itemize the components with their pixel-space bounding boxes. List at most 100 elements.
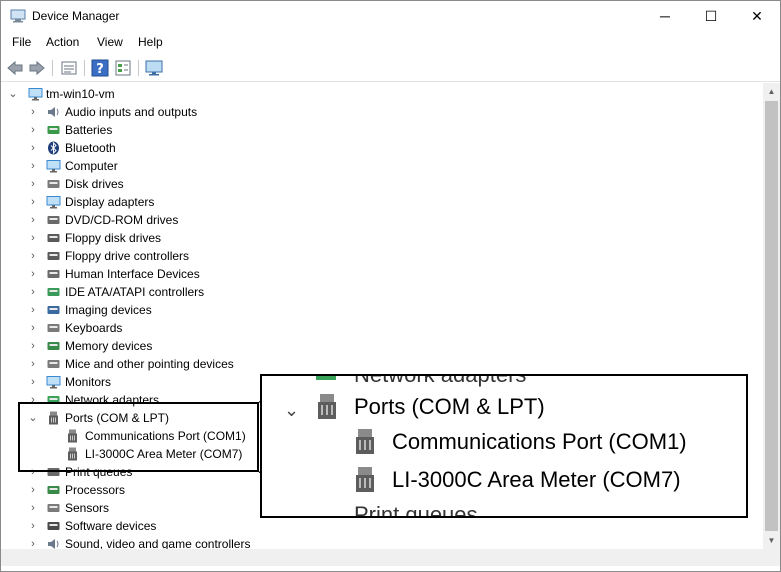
expand-chevron-icon[interactable]: › (28, 319, 38, 337)
sound-icon (48, 539, 59, 549)
vertical-scrollbar[interactable]: ▲ ▼ (763, 83, 780, 549)
tree-item-label: Audio inputs and outputs (65, 105, 198, 119)
scroll-down-icon[interactable]: ▼ (763, 532, 780, 549)
tree-category-item[interactable]: › IDE ATA/ATAPI controllers (1, 283, 763, 301)
tree-category-item[interactable]: › Keyboards (1, 319, 763, 337)
scroll-up-icon[interactable]: ▲ (763, 83, 780, 100)
tree-item-label: Monitors (65, 375, 112, 389)
port-icon (356, 429, 374, 454)
expand-chevron-icon[interactable]: › (28, 229, 38, 247)
zoom-callout: Network adapters ⌄ Ports (COM & LPT) Com… (260, 374, 748, 518)
tree-category-item[interactable]: › Sound, video and game controllers (1, 535, 763, 549)
menu-action[interactable]: Action (46, 35, 79, 49)
tree-category-item[interactable]: › Audio inputs and outputs (1, 103, 763, 121)
expand-chevron-icon[interactable]: › (28, 535, 38, 549)
battery-icon (47, 126, 60, 134)
minimize-button[interactable]: ─ (642, 1, 688, 31)
horizontal-scrollbar[interactable] (1, 549, 763, 566)
tree-item-label: Human Interface Devices (65, 267, 200, 281)
menu-file[interactable]: File (12, 35, 31, 49)
highlight-box (18, 402, 259, 472)
tree-category-item[interactable]: › Software devices (1, 517, 763, 535)
tree-category-item[interactable]: › Bluetooth (1, 139, 763, 157)
expand-chevron-icon[interactable]: › (28, 499, 38, 517)
expand-chevron-icon[interactable]: › (28, 211, 38, 229)
dvd-icon (47, 216, 60, 224)
tree-item-label: Sensors (65, 501, 110, 515)
expand-chevron-icon[interactable]: › (28, 283, 38, 301)
expand-chevron-icon[interactable]: › (28, 157, 38, 175)
tree-category-item[interactable]: › Batteries (1, 121, 763, 139)
properties-icon[interactable] (59, 58, 79, 78)
forward-icon[interactable] (27, 58, 47, 78)
network-icon (316, 376, 336, 380)
tree-category-item[interactable]: › Imaging devices (1, 301, 763, 319)
vertical-scroll-thumb[interactable] (765, 101, 778, 531)
disk-icon (47, 180, 60, 188)
software-icon (47, 522, 60, 530)
sensor-icon (47, 504, 60, 512)
hid-icon (47, 270, 60, 278)
tree-item-label: tm-win10-vm (46, 87, 115, 101)
tree-item-label: Memory devices (65, 339, 153, 353)
expand-chevron-icon[interactable]: › (28, 301, 38, 319)
tree-item-label: Processors (65, 483, 126, 497)
menu-help[interactable]: Help (138, 35, 163, 49)
maximize-button[interactable]: ☐ (688, 1, 734, 31)
expand-chevron-icon[interactable]: › (28, 337, 38, 355)
toolbar-separator (52, 60, 53, 76)
monitor-icon[interactable] (144, 58, 164, 78)
window-title: Device Manager (32, 9, 120, 23)
expand-chevron-icon[interactable]: › (28, 517, 38, 535)
zoom-child-label: Communications Port (COM1) (392, 429, 687, 454)
view-icon[interactable] (113, 58, 133, 78)
tree-category-item[interactable]: › Memory devices (1, 337, 763, 355)
tree-category-item[interactable]: › Display adapters (1, 193, 763, 211)
tree-root-node[interactable]: ⌄ tm-win10-vm (1, 85, 763, 103)
display-icon (46, 196, 61, 209)
camera-icon (47, 306, 60, 314)
tree-item-label: Display adapters (65, 195, 155, 209)
tree-category-item[interactable]: › Human Interface Devices (1, 265, 763, 283)
expand-chevron-icon[interactable]: › (28, 193, 38, 211)
expand-chevron-icon[interactable]: › (28, 481, 38, 499)
expand-chevron-icon[interactable]: › (28, 121, 38, 139)
tree-category-item[interactable]: › Mice and other pointing devices (1, 355, 763, 373)
bluetooth-icon (48, 141, 59, 155)
tree-category-item[interactable]: › Floppy disk drives (1, 229, 763, 247)
tree-item-label: Sound, video and game controllers (65, 537, 251, 549)
expand-chevron-icon[interactable]: › (28, 175, 38, 193)
port-icon (318, 394, 336, 419)
tree-item-label: Imaging devices (65, 303, 152, 317)
back-icon[interactable] (5, 58, 25, 78)
collapse-chevron-icon[interactable]: ⌄ (8, 85, 18, 103)
expand-chevron-icon[interactable]: › (28, 265, 38, 283)
zoom-partial-top: Network adapters (354, 374, 527, 387)
ide-icon (47, 288, 60, 296)
tree-category-item[interactable]: › Computer (1, 157, 763, 175)
toolbar-separator (84, 60, 85, 76)
expand-chevron-icon[interactable]: › (28, 139, 38, 157)
expand-chevron-icon[interactable]: › (28, 247, 38, 265)
tree-category-item[interactable]: › Floppy drive controllers (1, 247, 763, 265)
tree-item-label: DVD/CD-ROM drives (65, 213, 179, 227)
root-icon (28, 88, 43, 101)
tree-item-label: Software devices (65, 519, 157, 533)
toolbar: ? (1, 55, 780, 82)
close-button[interactable]: ✕ (734, 1, 780, 31)
expand-chevron-icon[interactable]: › (28, 355, 38, 373)
mouse-icon (47, 360, 60, 368)
tree-item-label: Keyboards (65, 321, 123, 335)
tree-category-item[interactable]: › DVD/CD-ROM drives (1, 211, 763, 229)
expand-chevron-icon[interactable]: › (28, 373, 38, 391)
menu-view[interactable]: View (97, 35, 123, 49)
tree-category-item[interactable]: › Disk drives (1, 175, 763, 193)
memory-icon (47, 342, 60, 350)
device-manager-icon (10, 9, 26, 23)
processor-icon (47, 486, 60, 494)
expand-chevron-icon[interactable]: › (28, 103, 38, 121)
tree-item-label: Floppy disk drives (65, 231, 162, 245)
menu-bar: File Action View Help (1, 32, 780, 54)
help-icon[interactable]: ? (90, 58, 110, 78)
tree-item-label: IDE ATA/ATAPI controllers (65, 285, 205, 299)
